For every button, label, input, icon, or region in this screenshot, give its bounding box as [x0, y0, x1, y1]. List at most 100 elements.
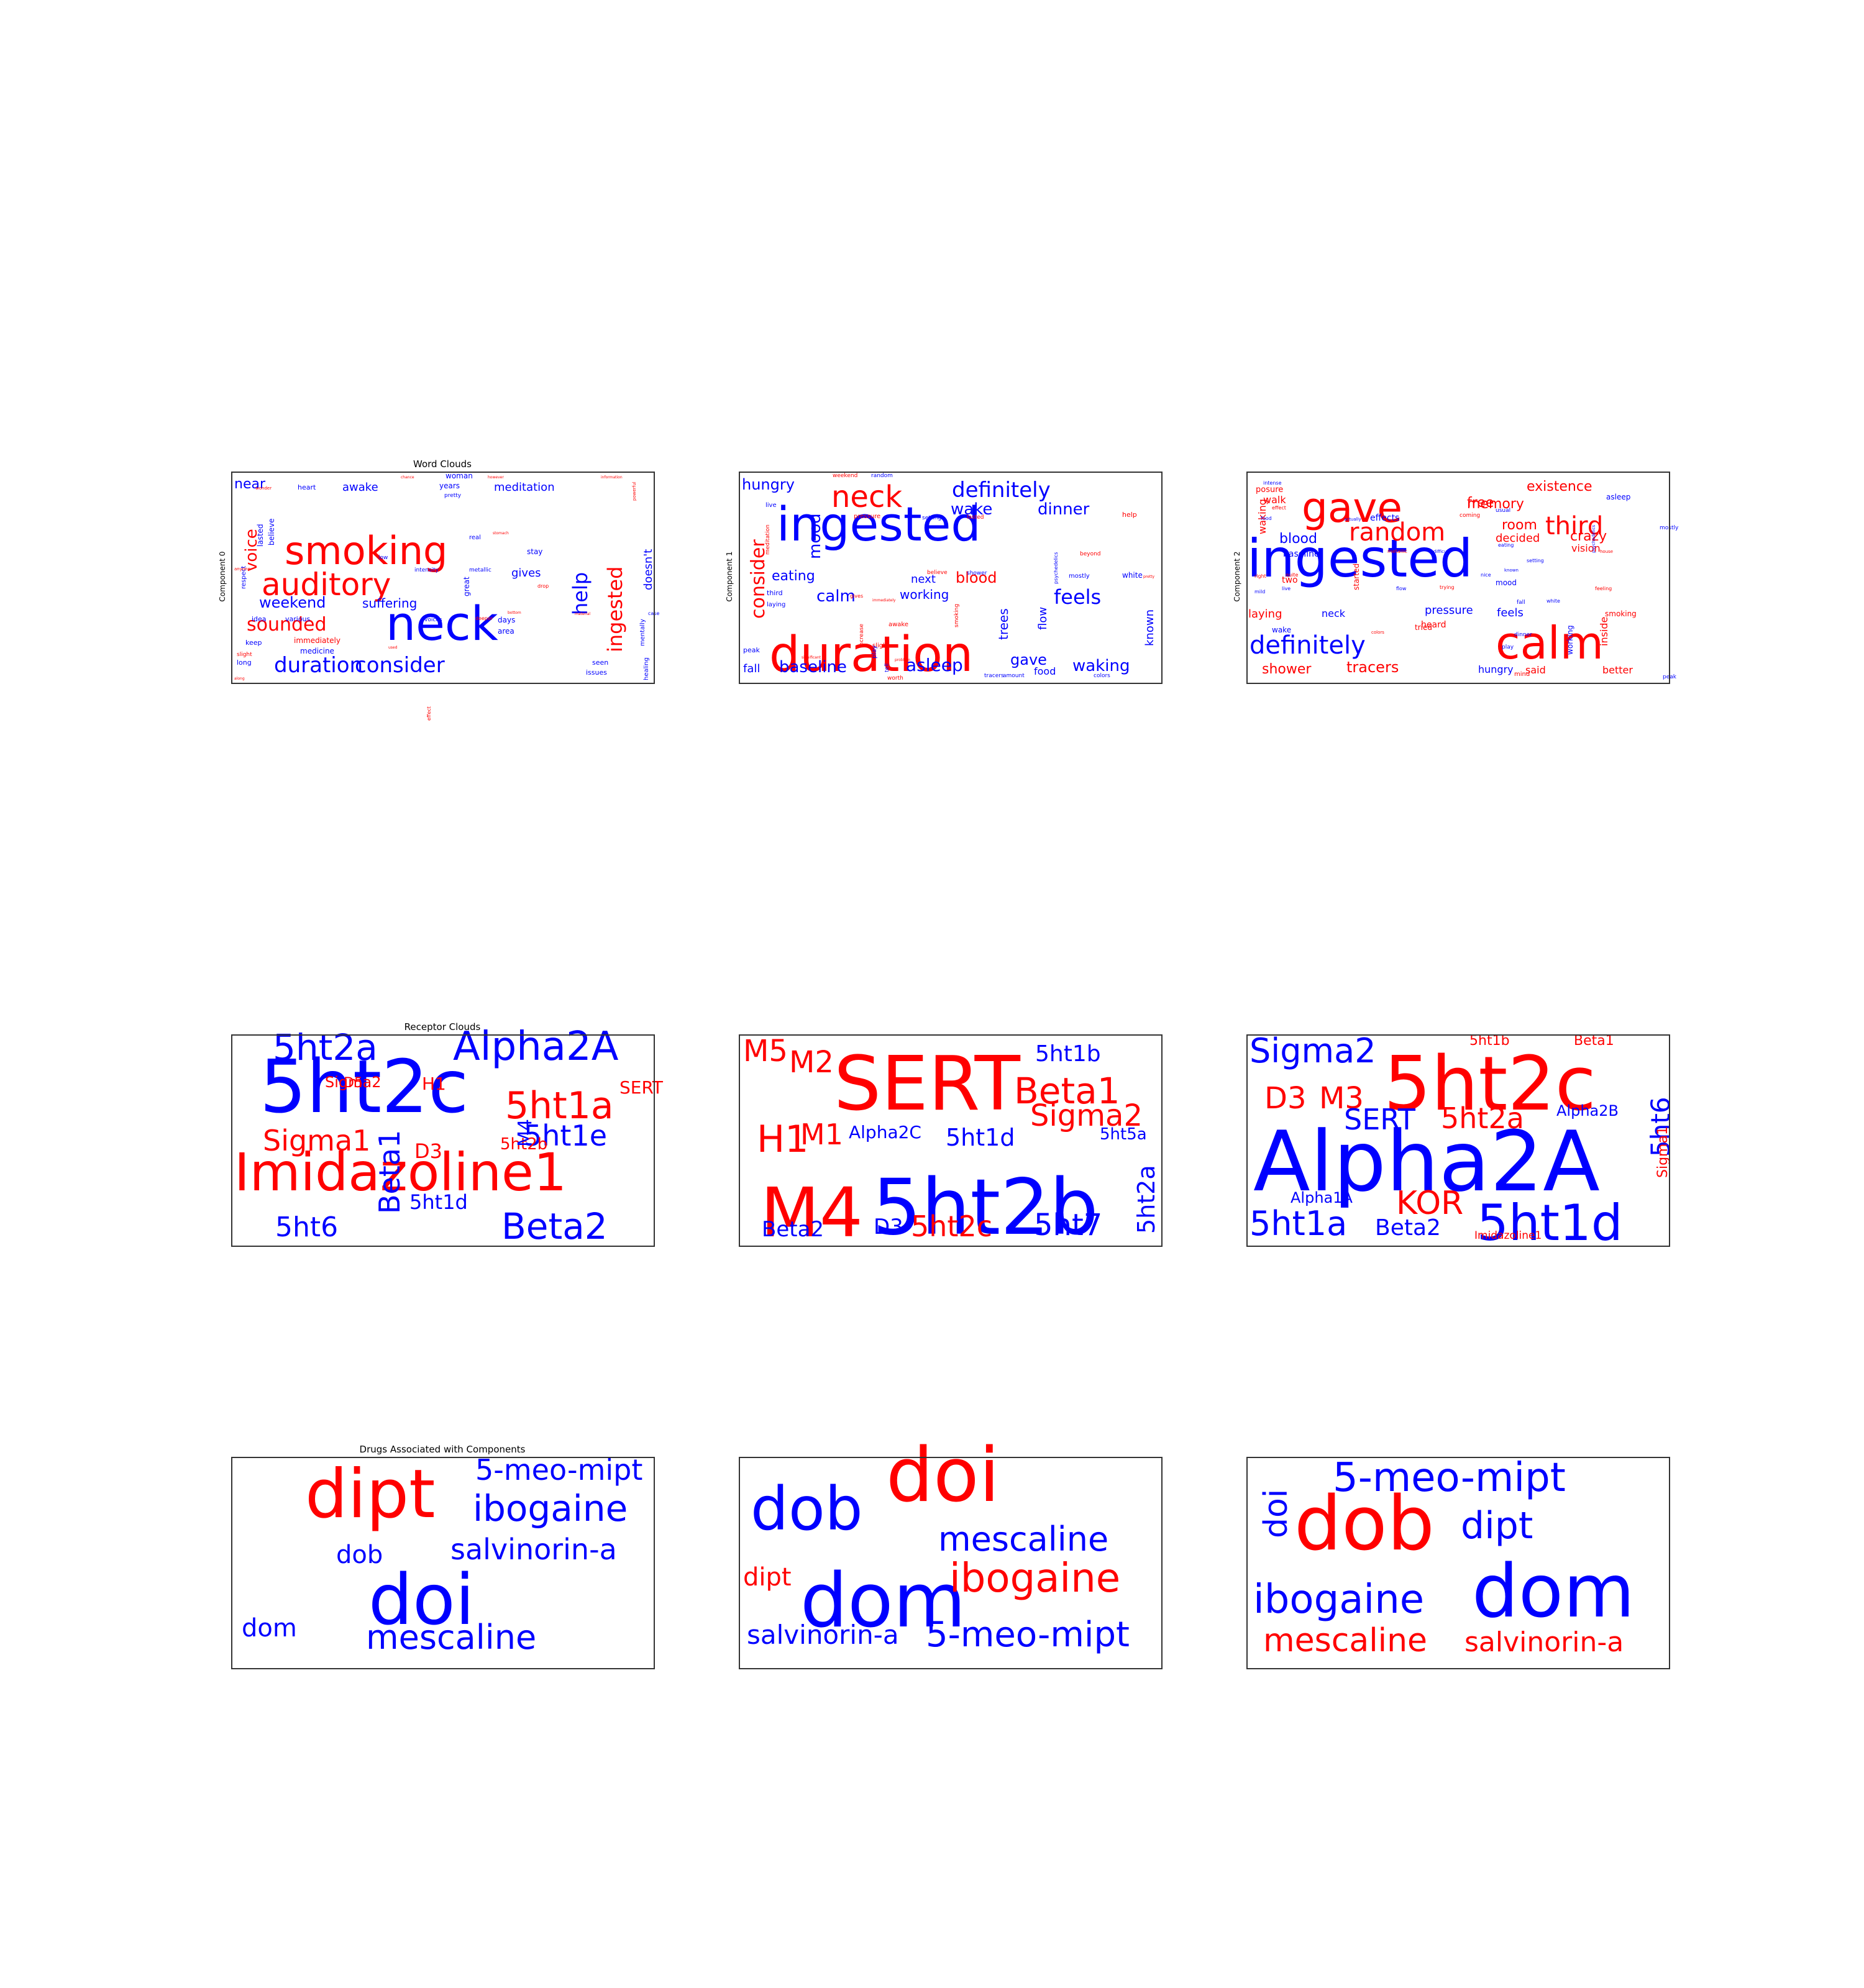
- cloud-word: effect: [1272, 505, 1286, 511]
- cloud-word: effect: [426, 706, 432, 721]
- cloud-word: wake: [1272, 626, 1291, 634]
- cloud-word: actually: [1344, 517, 1361, 522]
- cloud-word: wonder: [255, 486, 272, 491]
- cloud-word: dipt: [743, 1563, 792, 1592]
- cloud-word: asleep: [906, 655, 963, 675]
- cloud-word: coming: [1460, 513, 1480, 519]
- cloud-word: 5ht2c: [911, 1210, 992, 1243]
- cloud-word: Sigma1: [263, 1124, 370, 1157]
- cloud-word: better: [1602, 664, 1633, 676]
- cloud-word: chance: [401, 475, 414, 480]
- cloud-word: immediately: [872, 598, 896, 603]
- cloud-word: salvinorin-a: [450, 1533, 617, 1566]
- cloud-word: play: [871, 645, 878, 659]
- cloud-word: Imidazoline1: [1474, 1229, 1542, 1242]
- cloud-word: mild: [1254, 589, 1265, 595]
- ylabel-component-2: Component 2: [1233, 551, 1241, 601]
- cloud-word: woman: [445, 472, 473, 480]
- cloud-word: colors: [1094, 673, 1110, 679]
- cloud-word: 5ht2a: [1441, 1101, 1524, 1135]
- cloud-word: definitely: [1250, 631, 1366, 660]
- cloud-word: flow: [1396, 586, 1407, 591]
- cloud-word: M5: [743, 1034, 788, 1069]
- cloud-word: great: [462, 577, 471, 596]
- cloud-word: mood: [1496, 578, 1517, 587]
- cloud-word: pressure: [1425, 604, 1473, 617]
- cloud-word: doesn't: [642, 549, 655, 590]
- cloud-word: doi: [1258, 1489, 1295, 1538]
- ylabel-component-1: Component 1: [725, 551, 734, 601]
- cloud-word: baseline: [1283, 549, 1320, 559]
- cloud-word: slight: [237, 652, 252, 658]
- cloud-word: days: [498, 616, 515, 624]
- cloud-word: pretty: [1143, 575, 1155, 579]
- cloud-word: worth: [887, 675, 903, 682]
- cloud-word: medicine: [300, 647, 334, 655]
- cloud-word: material: [575, 612, 590, 616]
- cloud-word: mescaline: [366, 1618, 536, 1657]
- cloud-word: anyone: [234, 567, 250, 572]
- cloud-word: feeling: [1595, 586, 1612, 591]
- cloud-word: third: [767, 589, 783, 597]
- cloud-word: 5ht1d: [409, 1190, 468, 1214]
- cloud-word: SERT: [1344, 1103, 1416, 1136]
- cloud-word: weekend: [833, 473, 857, 479]
- cloud-word: white: [1122, 571, 1143, 580]
- cloud-word: psychedelics: [1053, 552, 1059, 584]
- cloud-word: M1: [800, 1118, 843, 1151]
- cloud-word: Alpha2A: [453, 1024, 619, 1070]
- cloud-word: intensity: [414, 567, 439, 573]
- cloud-word: trying: [1440, 585, 1455, 590]
- cloud-word: increase: [859, 624, 865, 647]
- cloud-word: 5-meo-mipt: [1333, 1455, 1566, 1501]
- cloud-word: Beta2: [501, 1205, 608, 1247]
- cloud-word: right: [1254, 573, 1266, 579]
- cloud-word: hungry: [742, 476, 795, 493]
- cloud-word: 5ht2a: [1133, 1165, 1160, 1234]
- cloud-word: random: [871, 473, 893, 479]
- cloud-word: dipt: [1461, 1504, 1533, 1548]
- cloud-word: psychedelics: [1591, 525, 1596, 553]
- cloud-word: Sigma1: [1655, 1126, 1671, 1178]
- cloud-word: beyond: [1080, 551, 1101, 557]
- cloud-word: keep: [245, 639, 262, 647]
- cloud-word: pressure: [854, 513, 880, 520]
- cloud-word: existence: [1527, 479, 1592, 495]
- cloud-word: real: [469, 534, 481, 541]
- cloud-word: laying: [767, 601, 785, 608]
- cloud-word: used: [388, 645, 398, 650]
- cloud-word: stomach: [493, 531, 509, 536]
- cloud-word: mood: [806, 513, 825, 559]
- cloud-word: nice: [1481, 572, 1491, 578]
- cloud-word: 5ht1d: [1477, 1194, 1623, 1252]
- cloud-word: believe: [927, 570, 948, 576]
- cloud-word: colors: [1371, 630, 1384, 635]
- cloud-word: Sigma2: [1250, 1031, 1376, 1070]
- cloud-word: 5ht1d: [946, 1124, 1015, 1151]
- cloud-word: laying: [1248, 608, 1282, 621]
- cloud-word: Beta2: [762, 1217, 824, 1242]
- cloud-word: inside: [1598, 617, 1610, 646]
- cloud-word: issues: [586, 668, 607, 677]
- cloud-word: 5-meo-mipt: [475, 1453, 642, 1487]
- cloud-word: awake: [889, 621, 908, 628]
- cloud-word: live: [765, 502, 777, 509]
- cloud-word: room: [1502, 518, 1537, 533]
- cloud-word: pretty: [444, 493, 462, 499]
- cloud-word: immediately: [294, 636, 340, 645]
- cloud-word: smoking: [954, 604, 960, 627]
- cloud-word: long: [237, 659, 252, 667]
- cloud-word: voices: [424, 617, 442, 623]
- cloud-word: various: [285, 615, 311, 623]
- cloud-word: blood: [1279, 531, 1317, 547]
- cloud-word: SERT: [619, 1077, 664, 1098]
- cloud-word: 5ht2a: [273, 1026, 378, 1069]
- cloud-word: believe: [267, 518, 276, 545]
- cloud-word: ibogaine: [473, 1487, 628, 1530]
- cloud-word: consider: [355, 653, 445, 678]
- cloud-word: drop: [537, 583, 549, 589]
- cloud-word: heart: [298, 483, 316, 491]
- cloud-word: healing: [643, 657, 650, 680]
- cloud-word: ibogaine: [949, 1556, 1120, 1602]
- cloud-word: gives: [511, 567, 541, 580]
